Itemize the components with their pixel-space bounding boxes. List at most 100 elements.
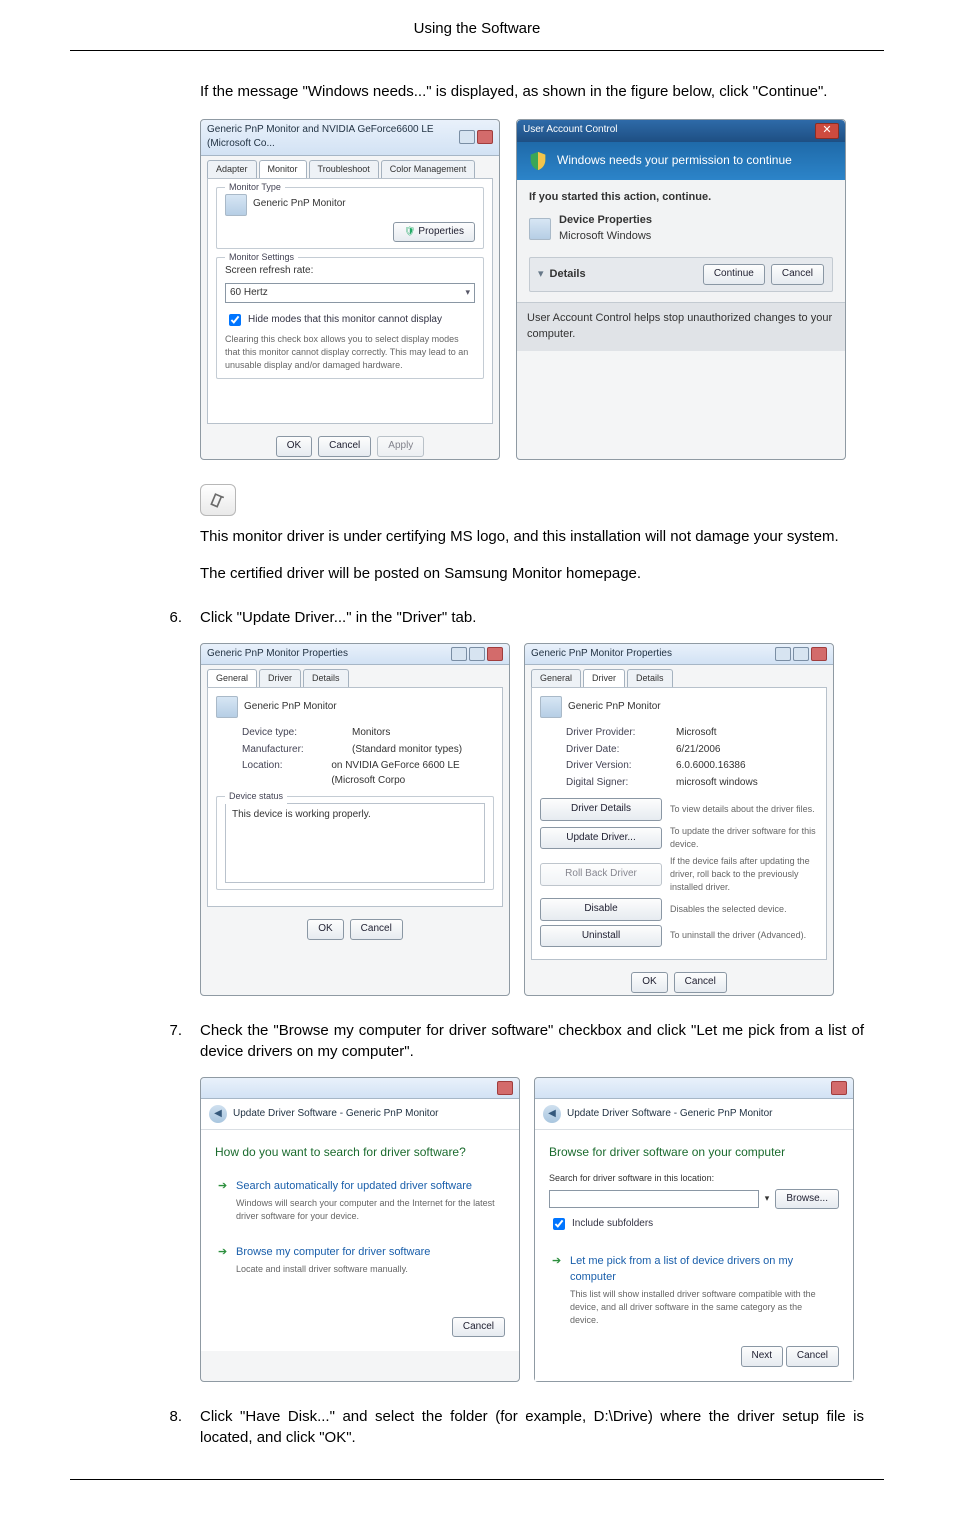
manufacturer-label: Manufacturer: [242, 743, 342, 758]
hide-modes-input[interactable] [229, 314, 241, 326]
driver-details-button[interactable]: Driver Details [540, 798, 662, 821]
option-pick-from-list[interactable]: Let me pick from a list of device driver… [549, 1247, 839, 1334]
refresh-rate-dropdown[interactable]: 60 Hertz [225, 283, 475, 304]
uac-footer: User Account Control helps stop unauthor… [517, 302, 845, 351]
digital-signer-value: microsoft windows [676, 776, 758, 791]
step-number: 7. [160, 1020, 182, 1064]
update-wizard-search-window: ◀ Update Driver Software - Generic PnP M… [200, 1077, 520, 1381]
ok-button[interactable]: OK [276, 436, 312, 457]
device-status-group: Device status This device is working pro… [216, 796, 494, 890]
apply-button[interactable]: Apply [377, 436, 424, 457]
step-number: 8. [160, 1406, 182, 1450]
wizard-breadcrumb: ◀ Update Driver Software - Generic PnP M… [201, 1099, 519, 1130]
continue-button[interactable]: Continue [703, 264, 765, 285]
option-search-auto[interactable]: Search automatically for updated driver … [215, 1172, 505, 1230]
figure-row-2: Generic PnP Monitor Properties General D… [200, 643, 864, 996]
cancel-button[interactable]: Cancel [786, 1346, 839, 1367]
tab-details[interactable]: Details [303, 669, 349, 687]
step-8: 8. Click "Have Disk..." and select the f… [160, 1406, 864, 1450]
tab-driver[interactable]: Driver [259, 669, 301, 687]
driver-date-value: 6/21/2006 [676, 743, 721, 758]
chevron-down-icon[interactable]: ▾ [538, 267, 544, 283]
step-7: 7. Check the "Browse my computer for dri… [160, 1020, 864, 1064]
window-controls[interactable] [831, 1081, 847, 1095]
back-icon[interactable]: ◀ [543, 1105, 561, 1123]
page-header: Using the Software [0, 0, 954, 50]
digital-signer-label: Digital Signer: [566, 776, 666, 791]
wizard-crumb-text: Update Driver Software - Generic PnP Mon… [567, 1107, 772, 1122]
tab-troubleshoot[interactable]: Troubleshoot [309, 160, 379, 178]
device-type-value: Monitors [352, 726, 390, 741]
monitor-icon [540, 696, 562, 718]
tab-adapter[interactable]: Adapter [207, 160, 257, 178]
tab-monitor[interactable]: Monitor [259, 160, 307, 178]
monitor-icon [216, 696, 238, 718]
tab-details[interactable]: Details [627, 669, 673, 687]
update-driver-desc: To update the driver software for this d… [670, 825, 818, 851]
wizard-crumb-text: Update Driver Software - Generic PnP Mon… [233, 1107, 438, 1122]
wizard-heading: Browse for driver software on your compu… [549, 1144, 839, 1161]
close-button[interactable]: ✕ [815, 123, 839, 139]
browse-button[interactable]: Browse... [775, 1189, 839, 1210]
ok-button[interactable]: OK [307, 919, 343, 940]
cancel-button[interactable]: Cancel [350, 919, 403, 940]
uac-cancel-button[interactable]: Cancel [771, 264, 824, 285]
include-subfolders-checkbox[interactable]: Include subfolders [549, 1215, 839, 1233]
path-dropdown-icon[interactable]: ▾ [765, 1192, 770, 1205]
window-controls[interactable] [459, 130, 493, 144]
option-title: Let me pick from a list of device driver… [570, 1254, 832, 1286]
step-text: Check the "Browse my computer for driver… [200, 1020, 864, 1064]
wizard-breadcrumb: ◀ Update Driver Software - Generic PnP M… [535, 1099, 853, 1130]
window-controls[interactable] [775, 647, 827, 661]
monitor-icon [225, 194, 247, 216]
step-number: 6. [160, 607, 182, 629]
figure-row-3: ◀ Update Driver Software - Generic PnP M… [200, 1077, 864, 1381]
shield-icon [527, 150, 549, 172]
roll-back-button[interactable]: Roll Back Driver [540, 863, 662, 886]
tab-general[interactable]: General [531, 669, 581, 687]
include-subfolders-input[interactable] [553, 1218, 565, 1230]
hide-modes-checkbox[interactable]: Hide modes that this monitor cannot disp… [225, 311, 475, 329]
ok-button[interactable]: OK [631, 972, 667, 993]
props-driver-window: Generic PnP Monitor Properties General D… [524, 643, 834, 996]
path-input[interactable] [549, 1190, 759, 1208]
location-value: on NVIDIA GeForce 6600 LE (Microsoft Cor… [331, 759, 494, 788]
device-icon [529, 218, 551, 240]
update-driver-button[interactable]: Update Driver... [540, 827, 662, 850]
option-browse-computer[interactable]: Browse my computer for driver software L… [215, 1238, 505, 1283]
include-subfolders-label: Include subfolders [572, 1217, 653, 1232]
cancel-button[interactable]: Cancel [452, 1317, 505, 1338]
option-title: Search automatically for updated driver … [236, 1179, 498, 1195]
properties-button[interactable]: Properties [393, 222, 475, 243]
driver-date-label: Driver Date: [566, 743, 666, 758]
uninstall-button[interactable]: Uninstall [540, 925, 662, 948]
device-status-box: This device is working properly. [225, 803, 485, 883]
uac-title-text: User Account Control [523, 123, 618, 138]
uac-details-label[interactable]: Details [550, 267, 586, 283]
uac-window: User Account Control ✕ Windows needs you… [516, 119, 846, 460]
next-button[interactable]: Next [741, 1346, 784, 1367]
window-title: Generic PnP Monitor Properties [531, 647, 672, 662]
titlebar: Generic PnP Monitor and NVIDIA GeForce66… [201, 120, 499, 156]
tab-color-management[interactable]: Color Management [381, 160, 476, 178]
window-controls[interactable] [497, 1081, 513, 1095]
location-label: Location: [242, 759, 321, 788]
driver-provider-label: Driver Provider: [566, 726, 666, 741]
step-6: 6. Click "Update Driver..." in the "Driv… [160, 607, 864, 629]
device-status-label: Device status [225, 790, 287, 803]
footer-rule [70, 1479, 884, 1480]
disable-button[interactable]: Disable [540, 898, 662, 921]
device-type-label: Device type: [242, 726, 342, 741]
option-desc: Locate and install driver software manua… [236, 1263, 498, 1276]
hide-modes-label: Hide modes that this monitor cannot disp… [248, 313, 442, 328]
cancel-button[interactable]: Cancel [318, 436, 371, 457]
window-controls[interactable] [451, 647, 503, 661]
driver-details-desc: To view details about the driver files. [670, 803, 815, 816]
tab-driver[interactable]: Driver [583, 669, 625, 687]
tab-general[interactable]: General [207, 669, 257, 687]
refresh-rate-label: Screen refresh rate: [225, 264, 475, 279]
figure-row-1: Generic PnP Monitor and NVIDIA GeForce66… [200, 119, 864, 460]
cancel-button[interactable]: Cancel [674, 972, 727, 993]
uac-device: Device Properties Microsoft Windows [529, 213, 833, 245]
back-icon[interactable]: ◀ [209, 1105, 227, 1123]
